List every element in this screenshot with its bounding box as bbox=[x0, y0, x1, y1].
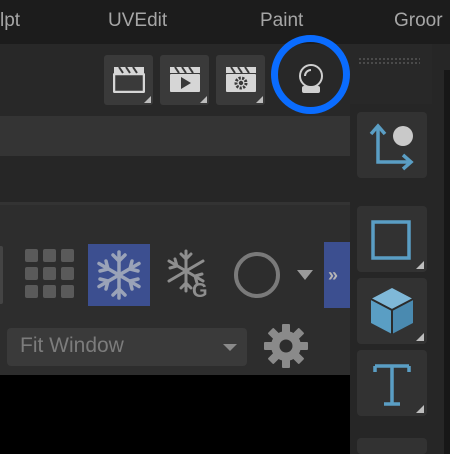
cube-tool-button[interactable] bbox=[357, 278, 427, 344]
corner-indicator bbox=[200, 96, 207, 103]
corner-indicator bbox=[416, 333, 424, 341]
corner-indicator bbox=[416, 261, 424, 269]
clapperboard-icon bbox=[113, 66, 145, 93]
collapsed-button[interactable] bbox=[0, 246, 3, 304]
menu-item-paint[interactable]: Paint bbox=[260, 10, 303, 32]
render-view-button[interactable] bbox=[160, 55, 209, 105]
select-value: Fit Window bbox=[20, 334, 124, 357]
toolbar-grip[interactable] bbox=[358, 57, 420, 65]
tab-bar bbox=[0, 156, 350, 202]
scrollbar[interactable] bbox=[444, 70, 450, 454]
corner-indicator bbox=[256, 96, 263, 103]
snowflake-icon bbox=[97, 250, 141, 300]
rectangle-tool-button[interactable] bbox=[357, 206, 427, 272]
freeze-button[interactable] bbox=[88, 244, 150, 306]
view-fit-select[interactable]: Fit Window bbox=[7, 328, 247, 366]
expand-button[interactable]: » bbox=[324, 242, 350, 308]
svg-text:G: G bbox=[192, 280, 208, 302]
chevron-down-icon bbox=[223, 344, 237, 351]
dropdown-arrow-icon[interactable] bbox=[296, 269, 314, 281]
highlight-ring bbox=[271, 35, 350, 114]
snowflake-g-icon[interactable]: G bbox=[160, 246, 216, 302]
render-settings-button[interactable] bbox=[104, 55, 153, 105]
corner-indicator bbox=[144, 96, 151, 103]
viewport[interactable] bbox=[0, 375, 350, 454]
menu-item-grooming[interactable]: Groor bbox=[394, 10, 443, 32]
next-tool-button[interactable] bbox=[357, 438, 427, 454]
snap-tool-button[interactable] bbox=[357, 112, 427, 178]
menu-bar: lpt UVEdit Paint Groor bbox=[0, 0, 450, 44]
snap-to-point-icon bbox=[369, 123, 414, 171]
clapperboard-play-icon bbox=[170, 66, 200, 92]
menu-item-sculpt[interactable]: lpt bbox=[0, 10, 20, 32]
render-options-button[interactable] bbox=[216, 55, 265, 105]
menu-item-uvedit[interactable]: UVEdit bbox=[108, 10, 167, 32]
clapperboard-gear-icon bbox=[226, 66, 256, 92]
double-chevron-right-icon: » bbox=[328, 265, 338, 285]
circle-icon[interactable] bbox=[232, 250, 282, 300]
corner-indicator bbox=[416, 405, 424, 413]
text-tool-button[interactable] bbox=[357, 350, 427, 416]
gear-icon[interactable] bbox=[262, 322, 310, 370]
header-bar bbox=[0, 116, 350, 156]
grid-icon[interactable] bbox=[25, 249, 75, 299]
